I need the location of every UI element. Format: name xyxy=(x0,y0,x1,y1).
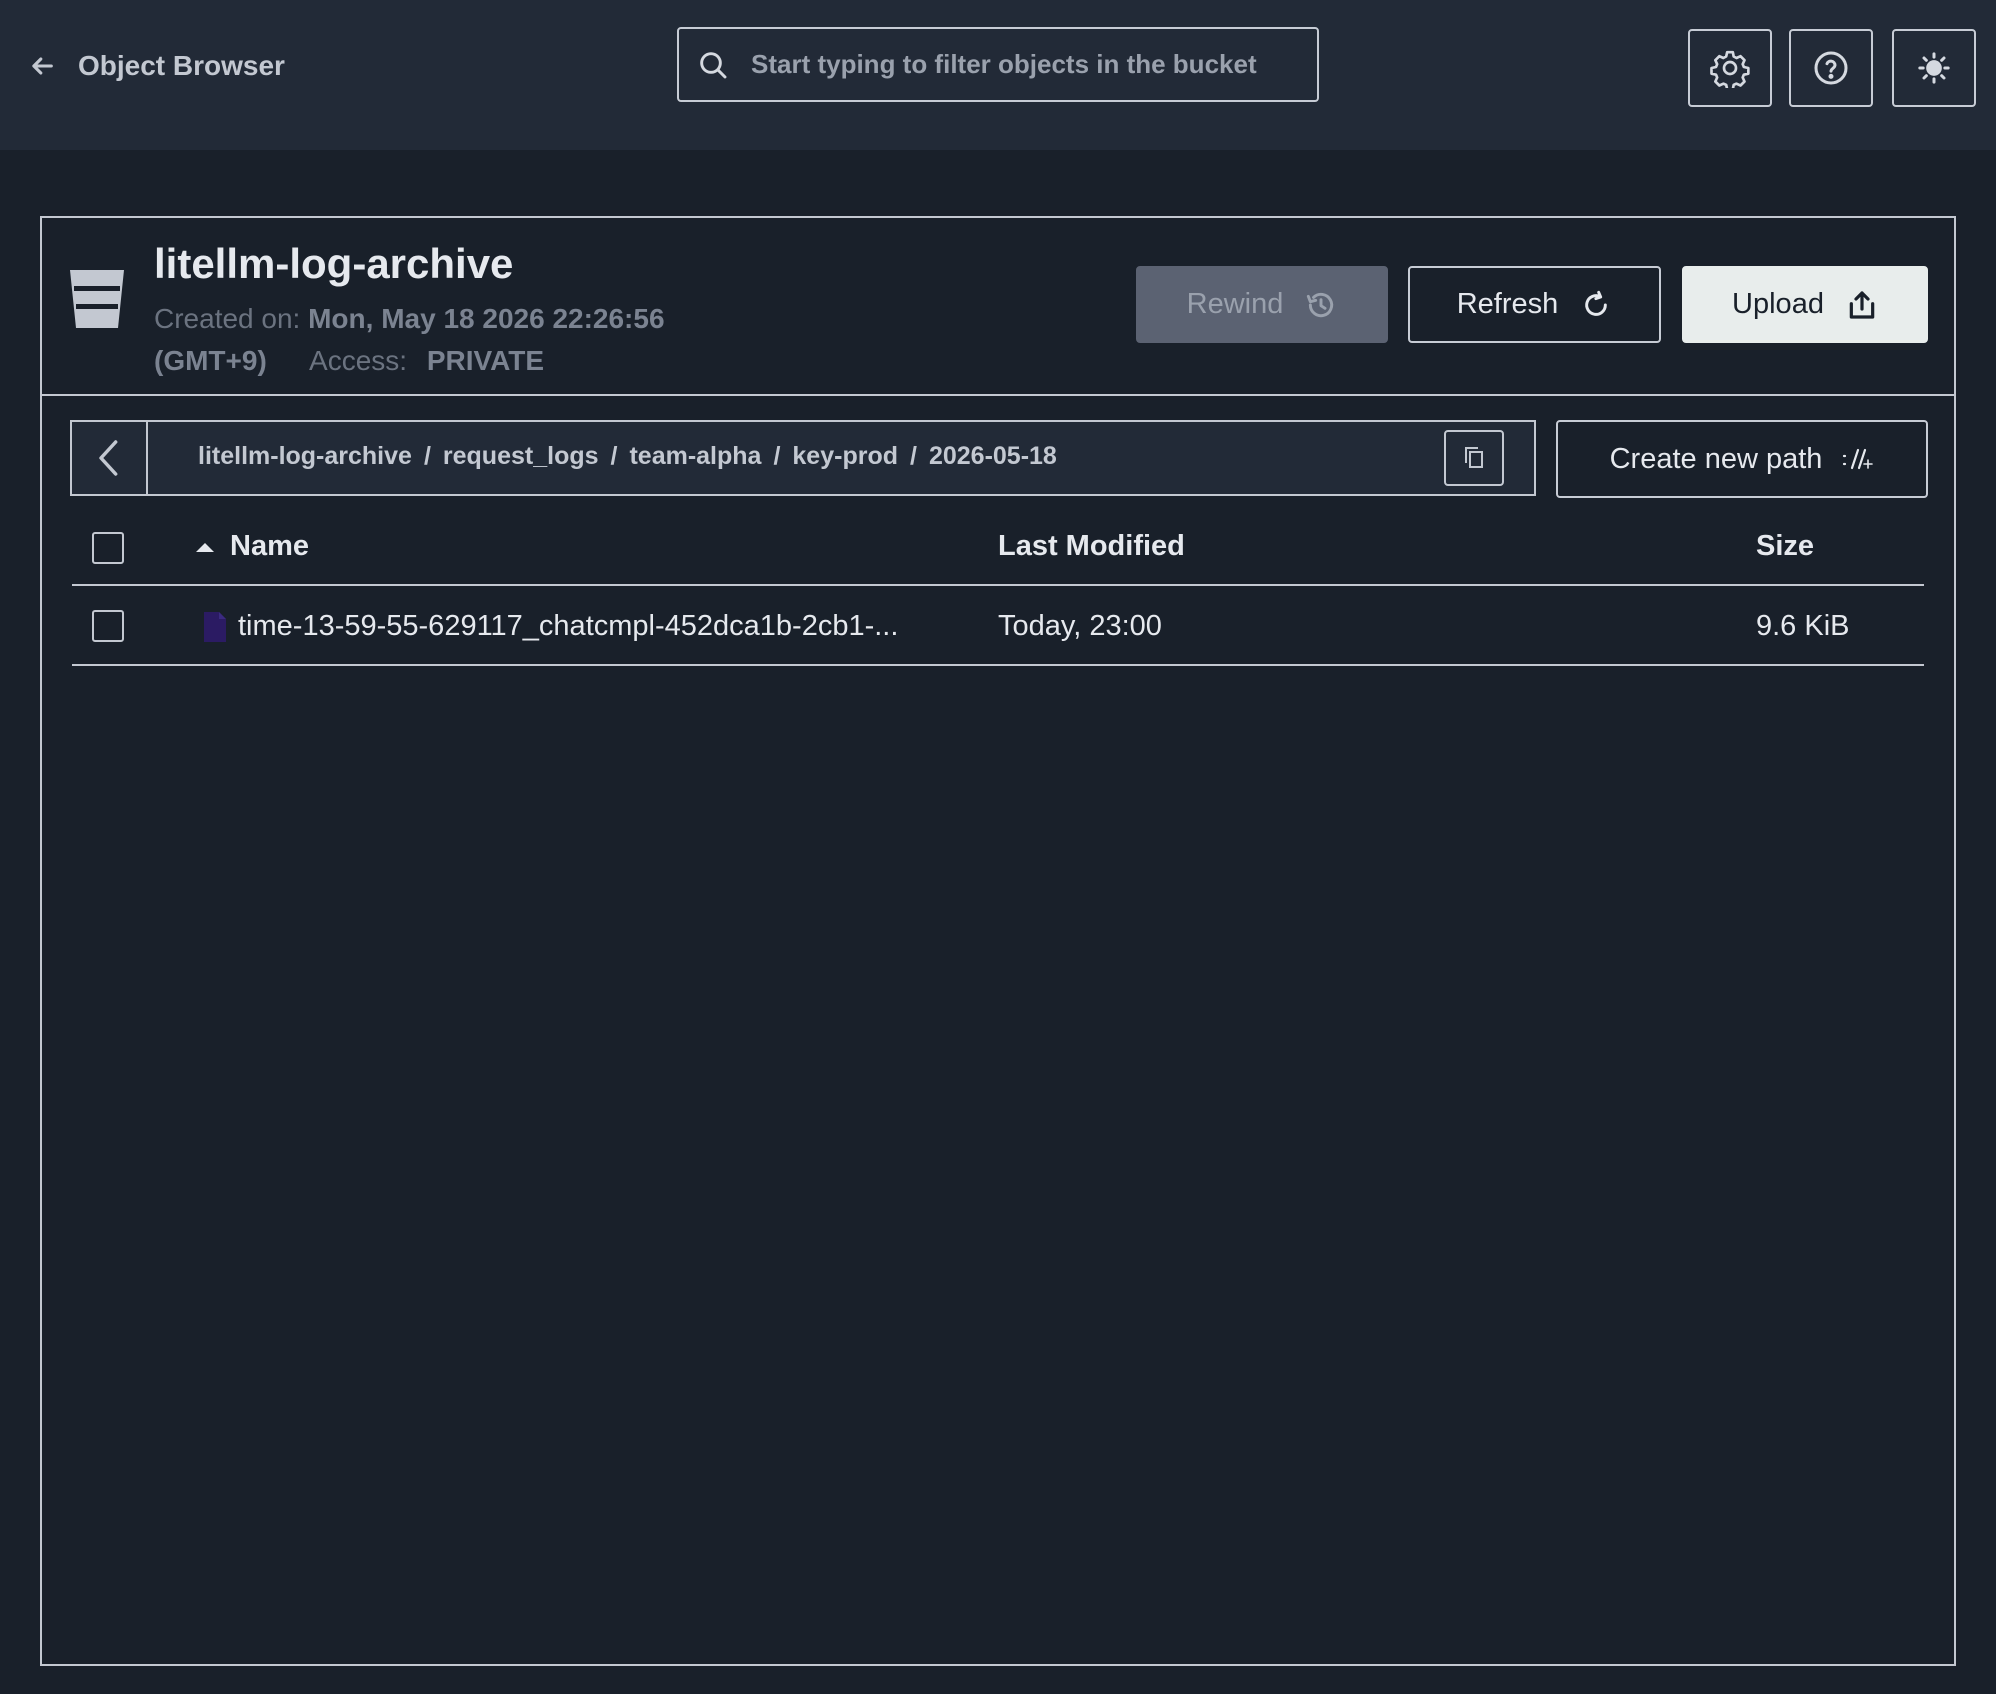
breadcrumb-segment[interactable]: team-alpha xyxy=(629,442,761,471)
refresh-button[interactable]: Refresh xyxy=(1408,266,1661,343)
refresh-icon xyxy=(1585,290,1608,316)
breadcrumb-segment[interactable]: 2026-05-18 xyxy=(929,442,1057,471)
rewind-button[interactable]: Rewind xyxy=(1136,266,1388,343)
file-icon xyxy=(204,611,226,642)
copy-path-button[interactable] xyxy=(1444,430,1504,486)
upload-label: Upload xyxy=(1732,288,1824,320)
row-checkbox[interactable] xyxy=(92,610,124,642)
breadcrumb-segment[interactable]: litellm-log-archive xyxy=(198,442,412,471)
bucket-name: litellm-log-archive xyxy=(154,240,514,287)
select-all-checkbox[interactable] xyxy=(92,532,124,564)
created-value: Mon, May 18 2026 22:26:56 xyxy=(308,303,665,334)
help-icon xyxy=(1814,51,1848,85)
bucket-header: litellm-log-archive Created on: Mon, May… xyxy=(42,218,1954,396)
refresh-label: Refresh xyxy=(1456,288,1559,320)
bucket-icon xyxy=(70,270,124,328)
object-name-cell: time-13-59-55-629117_chatcmpl-452dca1b-2… xyxy=(202,610,898,643)
top-bar: Object Browser xyxy=(0,0,1996,150)
path-back-button[interactable] xyxy=(72,422,148,494)
access-value: PRIVATE xyxy=(426,345,545,376)
create-new-path-button[interactable]: Create new path xyxy=(1556,420,1928,498)
breadcrumb-separator: / xyxy=(423,442,431,470)
rewind-label: Rewind xyxy=(1186,288,1284,320)
column-name-label: Name xyxy=(230,530,309,562)
breadcrumb-segment[interactable]: request_logs xyxy=(443,442,599,471)
chevron-left-icon xyxy=(99,440,118,476)
object-size: 9.6 KiB xyxy=(1756,610,1850,642)
search-icon xyxy=(700,51,727,78)
path-bar: litellm-log-archive / request_logs / tea… xyxy=(70,420,1536,496)
sun-icon xyxy=(1918,52,1950,84)
gear-icon xyxy=(1710,50,1750,88)
arrow-left-icon xyxy=(32,57,53,75)
object-name: time-13-59-55-629117_chatcmpl-452dca1b-2… xyxy=(238,610,899,642)
help-button[interactable] xyxy=(1789,29,1873,107)
column-header-size[interactable]: Size xyxy=(1756,530,1814,563)
theme-toggle-button[interactable] xyxy=(1892,29,1976,107)
column-header-name[interactable]: Name xyxy=(194,530,309,563)
upload-icon xyxy=(1849,290,1875,319)
breadcrumb: litellm-log-archive / request_logs / tea… xyxy=(198,442,1057,471)
table-row[interactable]: time-13-59-55-629117_chatcmpl-452dca1b-2… xyxy=(72,588,1924,666)
back-label: Object Browser xyxy=(78,50,285,81)
bucket-panel: litellm-log-archive Created on: Mon, May… xyxy=(40,216,1956,1666)
copy-icon xyxy=(1465,447,1483,468)
table-header: Name Last Modified Size xyxy=(72,508,1924,586)
breadcrumb-segment[interactable]: key-prod xyxy=(792,442,898,471)
new-path-icon xyxy=(1843,448,1874,470)
sort-ascending-icon xyxy=(196,542,214,552)
back-to-object-browser[interactable]: Object Browser xyxy=(28,50,285,82)
object-last-modified: Today, 23:00 xyxy=(998,610,1162,642)
column-header-last-modified[interactable]: Last Modified xyxy=(998,530,1185,563)
create-path-label: Create new path xyxy=(1609,442,1823,475)
bucket-meta: Created on: Mon, May 18 2026 22:26:56 (G… xyxy=(154,298,774,382)
created-label: Created on: xyxy=(154,303,301,334)
upload-button[interactable]: Upload xyxy=(1682,266,1928,343)
search-input[interactable] xyxy=(751,49,1311,80)
access-label: Access: xyxy=(309,345,408,376)
breadcrumb-separator: / xyxy=(610,442,618,470)
breadcrumb-separator: / xyxy=(773,442,781,470)
history-icon xyxy=(1307,292,1334,317)
breadcrumb-separator: / xyxy=(910,442,917,470)
search-box xyxy=(677,27,1319,102)
settings-button[interactable] xyxy=(1688,29,1772,107)
timezone: (GMT+9) xyxy=(154,345,267,376)
